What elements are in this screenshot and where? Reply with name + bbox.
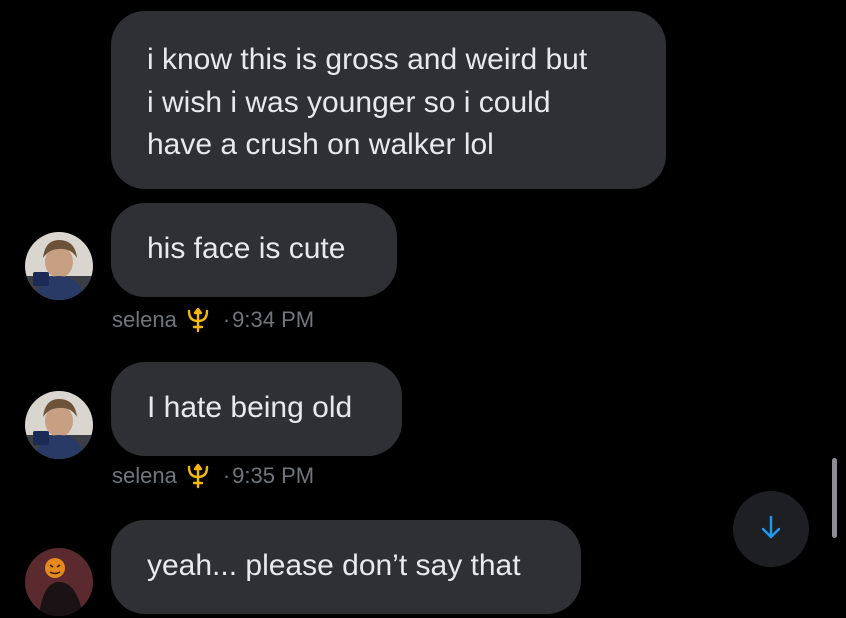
message-bubble[interactable]: I hate being old bbox=[111, 362, 402, 456]
avatar[interactable] bbox=[25, 232, 93, 300]
meta-separator: · bbox=[222, 463, 231, 488]
scroll-to-bottom-button[interactable] bbox=[733, 491, 809, 567]
sender-name[interactable]: selena bbox=[112, 463, 177, 489]
scrollbar[interactable] bbox=[832, 458, 837, 538]
message-timestamp: 9:34 PM bbox=[232, 307, 315, 332]
message-bubble[interactable]: yeah... please don’t say that bbox=[111, 520, 581, 614]
sender-name[interactable]: selena bbox=[112, 307, 177, 333]
message-bubble[interactable]: his face is cute bbox=[111, 203, 397, 297]
trident-icon bbox=[185, 463, 211, 489]
message-meta: selena · 9:35 PM bbox=[112, 463, 314, 489]
message-meta: selena · 9:34 PM bbox=[112, 307, 314, 333]
message-bubble[interactable]: i know this is gross and weird but i wis… bbox=[111, 11, 666, 189]
avatar[interactable] bbox=[25, 391, 93, 459]
message-timestamp: 9:35 PM bbox=[232, 463, 315, 488]
avatar[interactable] bbox=[25, 548, 93, 616]
trident-icon bbox=[185, 307, 211, 333]
meta-separator: · bbox=[222, 307, 231, 332]
arrow-down-icon bbox=[758, 514, 784, 545]
